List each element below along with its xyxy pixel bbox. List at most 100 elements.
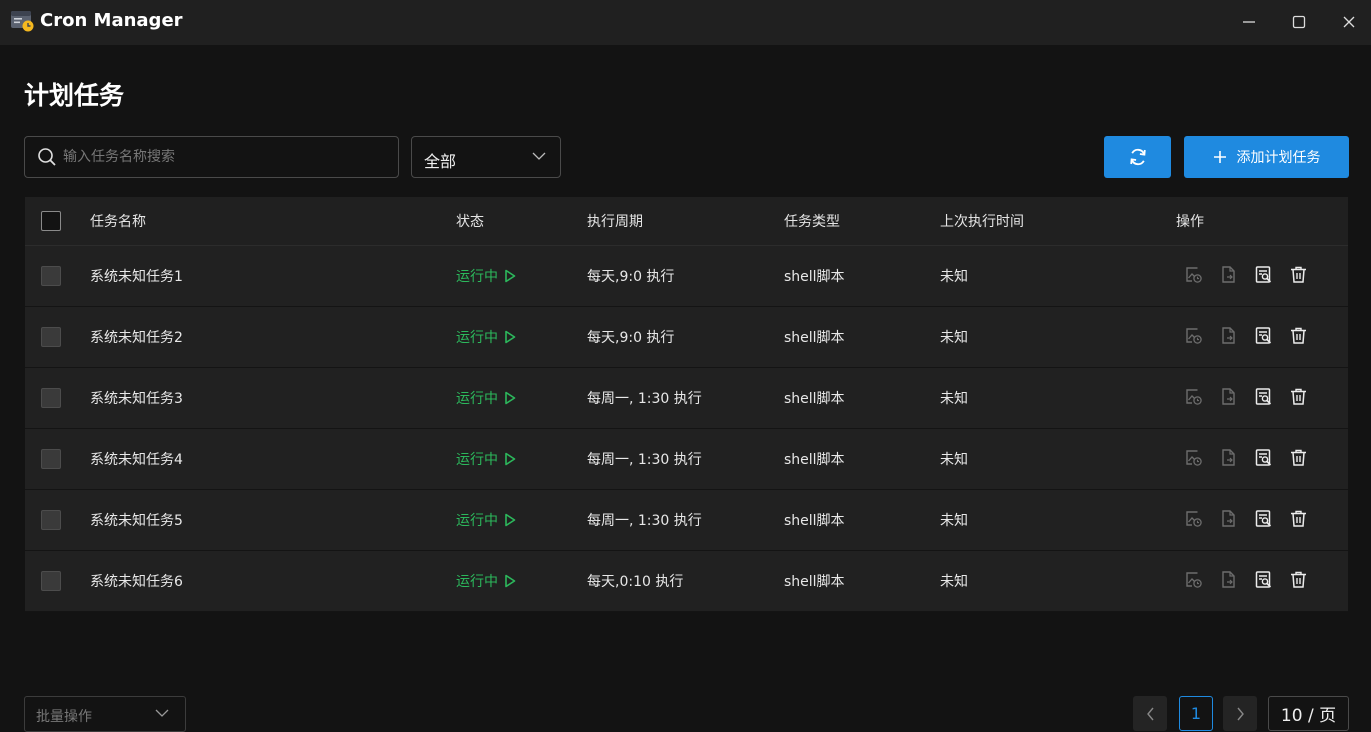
row-actions (1183, 551, 1309, 611)
view-log-button[interactable] (1183, 571, 1204, 592)
detail-view-icon (1254, 570, 1273, 593)
refresh-button[interactable] (1104, 136, 1171, 178)
search-input[interactable] (63, 137, 393, 177)
play-icon (505, 513, 516, 527)
task-table: 任务名称 状态 执行周期 任务类型 上次执行时间 操作 系统未知任务1 运行中 每天… (25, 197, 1348, 612)
next-page-button[interactable] (1223, 696, 1257, 731)
task-name: 系统未知任务3 (90, 391, 183, 407)
view-details-button[interactable] (1253, 265, 1274, 288)
task-name: 系统未知任务1 (90, 269, 183, 285)
page-size-select[interactable]: 10 / 页 (1268, 696, 1349, 731)
detail-view-icon (1254, 326, 1273, 349)
page-number-button[interactable]: 1 (1179, 696, 1213, 731)
view-log-button[interactable] (1183, 510, 1204, 531)
export-script-button[interactable] (1218, 448, 1239, 470)
view-details-button[interactable] (1253, 448, 1274, 471)
task-cycle: 每天,0:10 执行 (587, 574, 684, 590)
title-bar: Cron Manager (0, 0, 1371, 45)
task-status: 运行中 (456, 307, 516, 367)
task-status-label: 运行中 (456, 330, 498, 346)
chevron-left-icon (1146, 707, 1154, 720)
task-cycle: 每周一, 1:30 执行 (587, 452, 702, 468)
task-cycle: 每天,9:0 执行 (587, 330, 675, 346)
table-row: 系统未知任务1 运行中 每天,9:0 执行 shell脚本 未知 (25, 246, 1348, 307)
task-last-run: 未知 (940, 513, 968, 529)
delete-task-button[interactable] (1288, 571, 1309, 592)
task-cycle: 每周一, 1:30 执行 (587, 513, 702, 529)
task-status: 运行中 (456, 246, 516, 306)
play-icon (505, 452, 516, 466)
page-title: 计划任务 (24, 81, 125, 110)
view-details-button[interactable] (1253, 570, 1274, 593)
task-status: 运行中 (456, 490, 516, 550)
log-image-icon (1184, 509, 1203, 532)
prev-page-button[interactable] (1133, 696, 1167, 731)
detail-view-icon (1254, 265, 1273, 288)
header-type: 任务类型 (784, 214, 840, 230)
task-status-label: 运行中 (456, 269, 498, 285)
row-actions (1183, 246, 1309, 306)
row-checkbox[interactable] (41, 449, 61, 469)
maximize-button[interactable] (1284, 8, 1314, 36)
table-row: 系统未知任务3 运行中 每周一, 1:30 执行 shell脚本 未知 (25, 368, 1348, 429)
view-log-button[interactable] (1183, 449, 1204, 470)
export-script-button[interactable] (1218, 509, 1239, 531)
row-checkbox[interactable] (41, 388, 61, 408)
header-status: 状态 (456, 214, 484, 230)
export-script-button[interactable] (1218, 570, 1239, 593)
batch-operation-select[interactable]: 批量操作 (24, 696, 186, 732)
task-status-label: 运行中 (456, 574, 498, 590)
view-details-button[interactable] (1253, 509, 1274, 531)
search-box[interactable] (24, 136, 399, 178)
view-details-button[interactable] (1253, 387, 1274, 409)
export-script-button[interactable] (1218, 265, 1239, 287)
delete-icon (1289, 448, 1308, 471)
view-details-button[interactable] (1253, 326, 1274, 349)
view-log-button[interactable] (1183, 266, 1204, 287)
export-script-button[interactable] (1218, 326, 1239, 348)
delete-task-button[interactable] (1288, 510, 1309, 531)
task-last-run: 未知 (940, 391, 968, 407)
task-type: shell脚本 (784, 391, 845, 407)
chevron-down-icon (155, 709, 169, 717)
task-cycle: 每天,9:0 执行 (587, 269, 675, 285)
header-last-run: 上次执行时间 (940, 214, 1024, 230)
search-icon (38, 148, 56, 166)
file-export-icon (1219, 387, 1238, 410)
task-type: shell脚本 (784, 574, 845, 590)
delete-icon (1289, 387, 1308, 410)
task-name: 系统未知任务6 (90, 574, 183, 590)
minimize-button[interactable] (1234, 8, 1264, 36)
table-row: 系统未知任务2 运行中 每天,9:0 执行 shell脚本 未知 (25, 307, 1348, 368)
delete-task-button[interactable] (1288, 449, 1309, 470)
batch-operation-placeholder: 批量操作 (36, 709, 92, 725)
export-script-button[interactable] (1218, 387, 1239, 410)
row-checkbox[interactable] (41, 327, 61, 347)
close-button[interactable] (1334, 8, 1364, 36)
table-row: 系统未知任务6 运行中 每天,0:10 执行 shell脚本 未知 (25, 551, 1348, 612)
task-name: 系统未知任务4 (90, 452, 183, 468)
refresh-icon (1129, 148, 1146, 166)
row-checkbox[interactable] (41, 571, 61, 591)
task-status: 运行中 (456, 551, 516, 611)
delete-task-button[interactable] (1288, 327, 1309, 348)
chevron-right-icon (1236, 707, 1244, 720)
close-icon (1343, 16, 1355, 28)
delete-task-button[interactable] (1288, 266, 1309, 287)
task-status: 运行中 (456, 429, 516, 489)
app-title: Cron Manager (40, 10, 183, 31)
delete-task-button[interactable] (1288, 388, 1309, 409)
detail-view-icon (1254, 448, 1273, 471)
delete-icon (1289, 509, 1308, 532)
row-checkbox[interactable] (41, 266, 61, 286)
status-filter-select[interactable]: 全部 (411, 136, 561, 178)
view-log-button[interactable] (1183, 327, 1204, 348)
task-name: 系统未知任务5 (90, 513, 183, 529)
row-checkbox[interactable] (41, 510, 61, 530)
task-last-run: 未知 (940, 452, 968, 468)
file-export-icon (1219, 570, 1238, 593)
add-task-button[interactable]: 添加计划任务 (1184, 136, 1349, 178)
view-log-button[interactable] (1183, 388, 1204, 409)
select-all-checkbox[interactable] (41, 211, 61, 231)
task-name: 系统未知任务2 (90, 330, 183, 346)
